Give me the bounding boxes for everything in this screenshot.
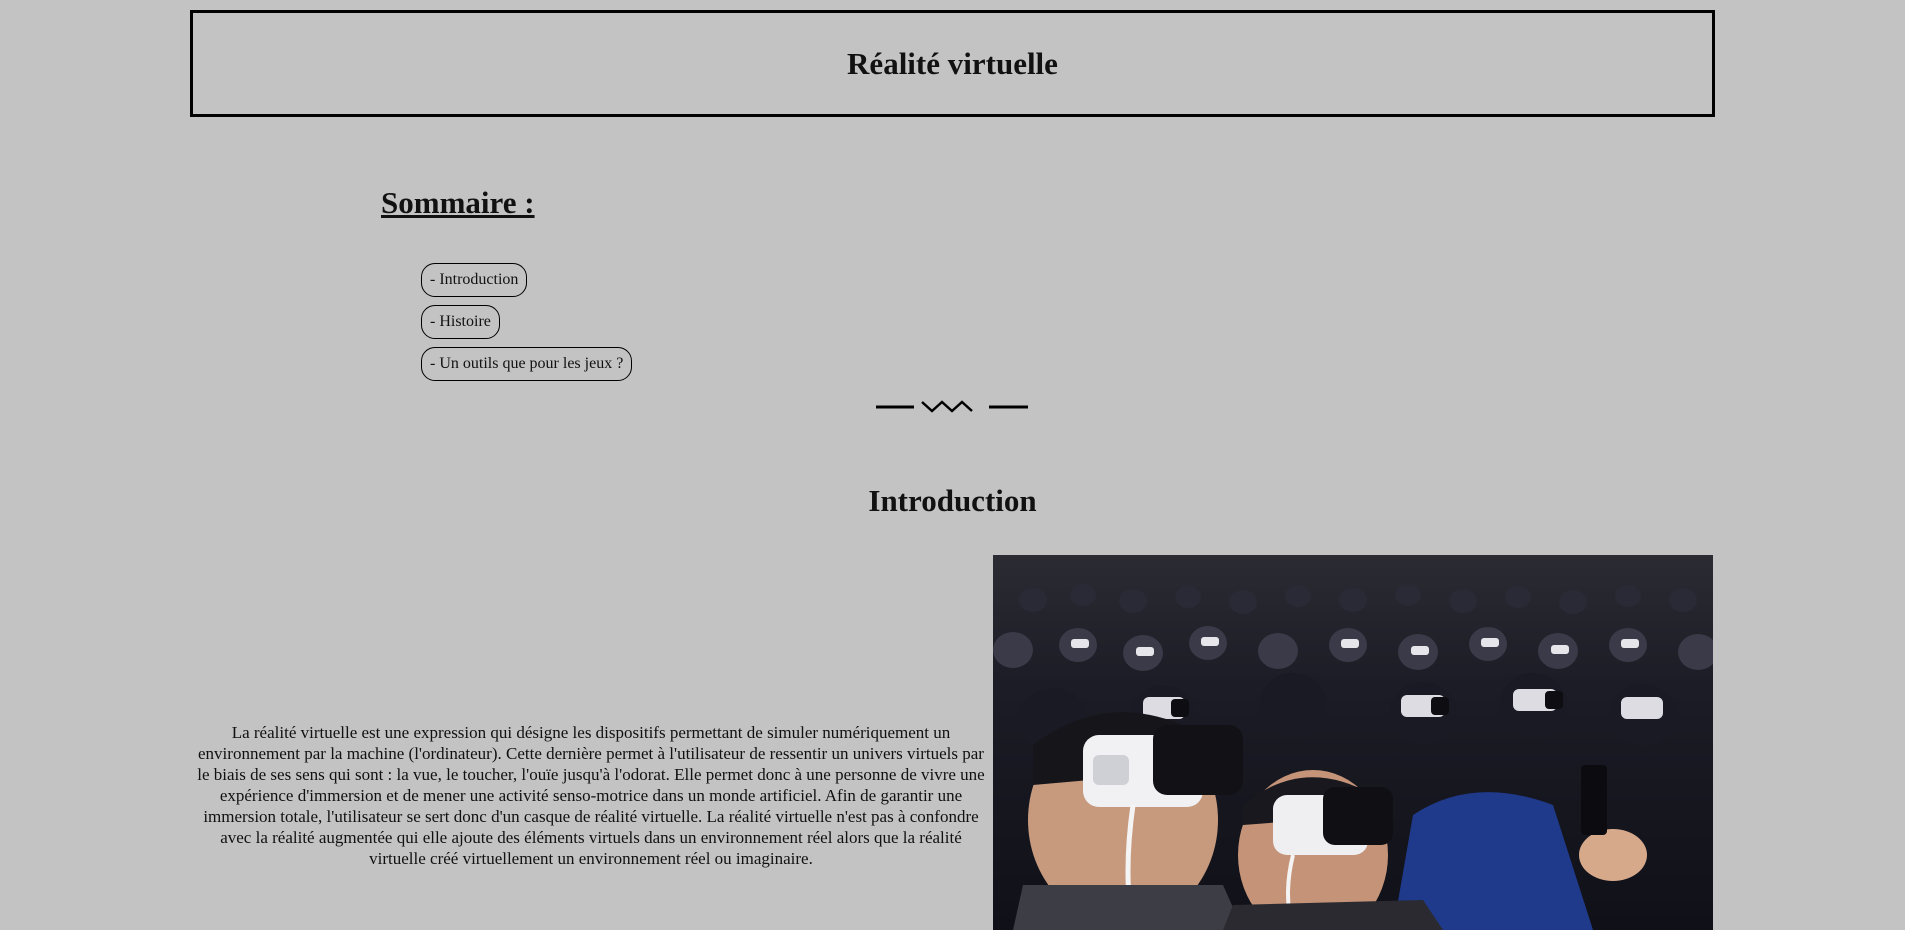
table-of-contents: - Introduction - Histoire - Un outils qu… bbox=[421, 263, 633, 389]
page: Réalité virtuelle Sommaire : - Introduct… bbox=[0, 0, 1905, 930]
toc-link-histoire[interactable]: - Histoire bbox=[421, 305, 500, 339]
vr-audience-photo bbox=[993, 555, 1713, 930]
page-title: Réalité virtuelle bbox=[847, 45, 1058, 81]
photo-illustration bbox=[993, 555, 1713, 930]
toc-item: - Un outils que pour les jeux ? bbox=[421, 347, 633, 381]
toc-link-jeux[interactable]: - Un outils que pour les jeux ? bbox=[421, 347, 633, 381]
toc-link-introduction[interactable]: - Introduction bbox=[421, 263, 528, 297]
sommaire-heading: Sommaire : bbox=[381, 185, 535, 220]
zigzag-divider-icon bbox=[876, 400, 1028, 413]
toc-item: - Introduction bbox=[421, 263, 632, 297]
toc-item: - Histoire bbox=[421, 305, 632, 339]
introduction-paragraph: La réalité virtuelle est une expression … bbox=[197, 723, 985, 868]
header-banner: Réalité virtuelle bbox=[190, 10, 1715, 117]
introduction-heading: Introduction bbox=[868, 483, 1037, 518]
